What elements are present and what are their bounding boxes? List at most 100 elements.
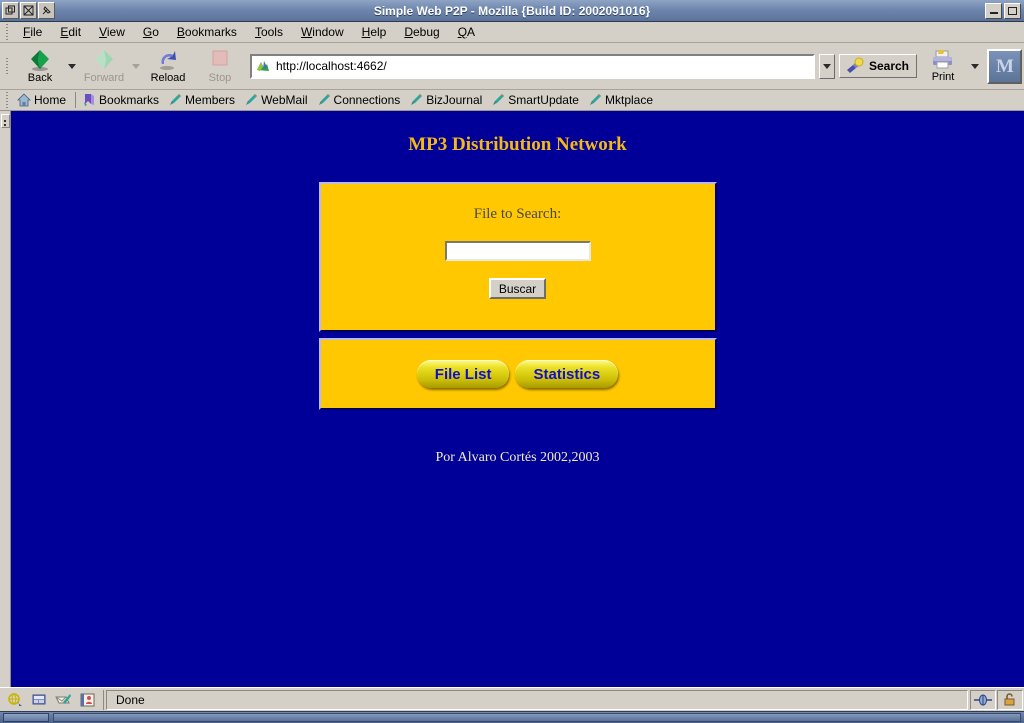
bookmark-home[interactable]: Home — [14, 92, 72, 108]
mail-icon[interactable] — [55, 692, 72, 708]
sidebar-grip-dots[interactable] — [0, 114, 10, 128]
back-label: Back — [27, 72, 53, 84]
bookmark-label: Home — [34, 93, 67, 107]
back-arrow-icon — [31, 50, 49, 71]
menu-bookmarks[interactable]: Bookmarks — [168, 23, 246, 41]
back-button[interactable]: Back — [14, 45, 66, 88]
minimize-button[interactable] — [985, 2, 1002, 19]
title-bar: Simple Web P2P - Mozilla {Build ID: 2002… — [0, 0, 1024, 22]
navigator-icon[interactable] — [7, 692, 24, 708]
bookmark-label: Members — [185, 93, 236, 107]
bookmark-label: SmartUpdate — [508, 93, 579, 107]
menu-bar: File Edit View Go Bookmarks Tools Window… — [0, 22, 1024, 43]
back-dropdown[interactable] — [66, 45, 78, 88]
addressbook-icon[interactable] — [79, 692, 96, 708]
web-page: MP3 Distribution Network File to Search:… — [11, 111, 1024, 687]
bookmark-bizjournal[interactable]: BizJournal — [406, 92, 488, 108]
unlocked-padlock-icon[interactable] — [997, 689, 1023, 710]
window-menu-buttons — [0, 2, 55, 19]
svg-text:M: M — [996, 56, 1014, 77]
print-label: Print — [931, 71, 955, 83]
bookmark-members[interactable]: Members — [165, 92, 241, 108]
url-text: http://localhost:4662/ — [276, 59, 387, 73]
links-panel: File List Statistics — [318, 338, 717, 410]
reload-button[interactable]: Reload — [142, 45, 194, 88]
online-status-icon[interactable] — [970, 689, 996, 710]
reload-label: Reload — [150, 72, 186, 84]
bookmark-ribbon-icon — [84, 94, 95, 106]
taskbar-window-item[interactable] — [3, 713, 49, 722]
menubar-grip[interactable] — [2, 24, 11, 40]
personal-toolbar: Home Bookmarks Members WebMail Connectio… — [0, 90, 1024, 111]
search-button[interactable]: Search — [838, 54, 917, 78]
search-flashlight-icon — [846, 57, 864, 73]
component-bar — [0, 689, 104, 710]
bookmark-smartupdate[interactable]: SmartUpdate — [488, 92, 585, 108]
menu-qa[interactable]: QA — [449, 23, 484, 41]
page-title: MP3 Distribution Network — [408, 134, 627, 155]
statistics-button[interactable]: Statistics — [515, 360, 619, 388]
forward-label: Forward — [83, 72, 125, 84]
menu-edit[interactable]: Edit — [51, 23, 90, 41]
forward-dropdown[interactable] — [130, 45, 142, 88]
search-field-label: File to Search: — [473, 206, 562, 222]
search-input[interactable] — [444, 241, 591, 261]
bookmark-label: Mktplace — [604, 93, 654, 107]
bookmark-connections[interactable]: Connections — [314, 92, 407, 108]
window-pin-icon[interactable] — [38, 2, 55, 19]
content-area: MP3 Distribution Network File to Search:… — [0, 111, 1024, 687]
url-bar[interactable]: http://localhost:4662/ — [250, 53, 815, 79]
window-close-icon[interactable] — [20, 2, 37, 19]
forward-arrow-icon — [95, 50, 113, 69]
menu-help[interactable]: Help — [353, 23, 396, 41]
page-footer-credit: Por Alvaro Cortés 2002,2003 — [435, 450, 600, 465]
menu-file[interactable]: File — [14, 23, 51, 41]
pen-icon — [411, 94, 423, 105]
window-title: Simple Web P2P - Mozilla {Build ID: 2002… — [373, 3, 651, 18]
mozilla-logo-icon[interactable]: M — [987, 48, 1022, 84]
status-bar: Done — [0, 687, 1024, 711]
personalbar-separator — [75, 92, 77, 108]
taskbar-tray — [53, 713, 1021, 722]
pen-icon — [493, 94, 505, 105]
pen-icon — [246, 94, 258, 105]
pen-icon — [318, 94, 330, 105]
search-label: Search — [868, 59, 909, 73]
panels-container: File to Search: Buscar File List Statist… — [318, 182, 717, 410]
home-icon — [17, 93, 31, 107]
menu-debug[interactable]: Debug — [395, 23, 448, 41]
menu-tools[interactable]: Tools — [246, 23, 292, 41]
stop-button[interactable]: Stop — [194, 45, 246, 88]
forward-button[interactable]: Forward — [78, 45, 130, 88]
bookmark-bookmarks[interactable]: Bookmarks — [79, 92, 165, 108]
menu-go[interactable]: Go — [134, 23, 168, 41]
file-list-button[interactable]: File List — [416, 360, 510, 388]
bookmark-mktplace[interactable]: Mktplace — [585, 92, 659, 108]
status-message: Done — [106, 689, 968, 710]
bookmark-label: Bookmarks — [99, 93, 160, 107]
composer-icon[interactable] — [31, 692, 48, 708]
page-proxy-icon — [257, 60, 269, 71]
browser-window: Simple Web P2P - Mozilla {Build ID: 2002… — [0, 0, 1024, 723]
navbar-grip[interactable] — [2, 58, 11, 74]
url-dropdown-button[interactable] — [818, 53, 835, 79]
bookmark-label: Connections — [333, 93, 401, 107]
stop-label: Stop — [208, 72, 232, 84]
personalbar-grip[interactable] — [2, 92, 11, 108]
sidebar-handle[interactable] — [0, 111, 11, 687]
desktop-taskbar — [0, 711, 1024, 723]
window-controls — [985, 2, 1024, 19]
reload-arrow-icon — [160, 51, 176, 70]
pen-icon — [170, 94, 182, 105]
print-dropdown[interactable] — [969, 45, 981, 88]
menu-view[interactable]: View — [90, 23, 134, 41]
bookmark-label: WebMail — [261, 93, 308, 107]
navigation-toolbar: Back Forward Reload Stop http://localhos… — [0, 43, 1024, 90]
print-button[interactable]: Print — [917, 45, 969, 88]
window-shade-icon[interactable] — [2, 2, 19, 19]
bookmark-webmail[interactable]: WebMail — [241, 92, 313, 108]
search-submit-button[interactable]: Buscar — [488, 278, 547, 299]
search-panel: File to Search: Buscar — [318, 182, 717, 332]
maximize-button[interactable] — [1004, 2, 1021, 19]
menu-window[interactable]: Window — [292, 23, 353, 41]
